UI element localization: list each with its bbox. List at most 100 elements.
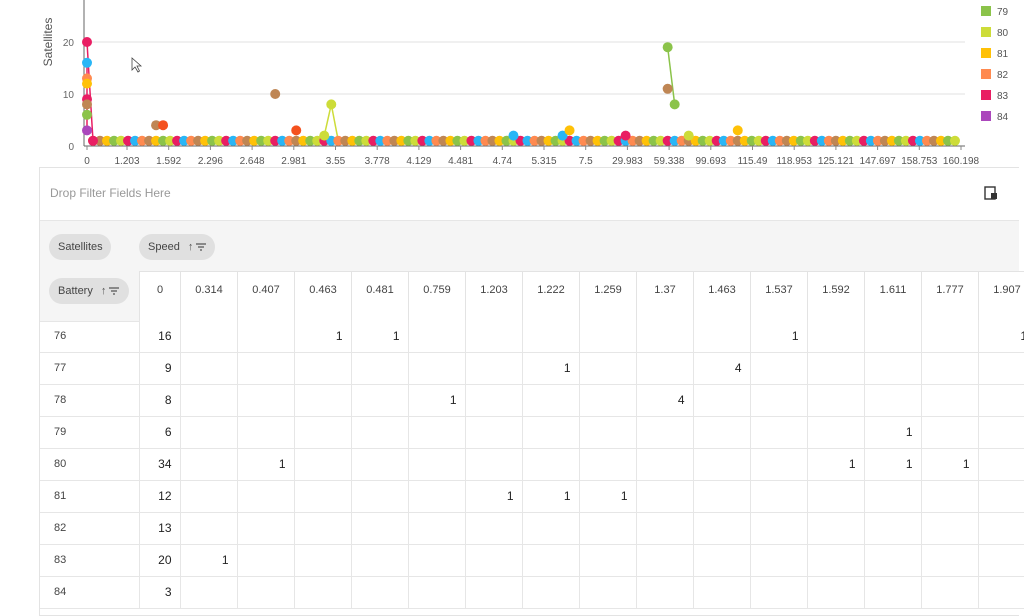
value-cell[interactable] bbox=[749, 480, 807, 513]
value-cell[interactable]: 1 bbox=[749, 320, 807, 353]
value-cell[interactable]: 1 bbox=[521, 352, 579, 385]
value-cell[interactable] bbox=[407, 448, 465, 481]
column-header[interactable]: 1.592 bbox=[807, 272, 864, 322]
value-cell[interactable] bbox=[635, 416, 693, 449]
value-cell[interactable] bbox=[863, 576, 921, 609]
value-cell[interactable] bbox=[293, 512, 351, 545]
sort-filter-icon[interactable]: ↑ bbox=[101, 285, 120, 297]
value-cell[interactable] bbox=[749, 448, 807, 481]
value-cell[interactable] bbox=[692, 384, 750, 417]
value-cell[interactable] bbox=[635, 544, 693, 577]
column-header[interactable]: 1.537 bbox=[750, 272, 807, 322]
value-cell[interactable] bbox=[578, 352, 636, 385]
value-cell[interactable] bbox=[521, 512, 579, 545]
value-cell[interactable] bbox=[179, 448, 237, 481]
value-cell[interactable] bbox=[521, 384, 579, 417]
value-cell[interactable] bbox=[977, 480, 1024, 513]
column-header[interactable]: 1.222 bbox=[522, 272, 579, 322]
row-field-pill[interactable]: Battery ↑ bbox=[49, 278, 129, 304]
value-cell[interactable] bbox=[578, 416, 636, 449]
value-cell[interactable] bbox=[464, 384, 522, 417]
field-list-icon[interactable] bbox=[984, 186, 998, 200]
value-cell[interactable] bbox=[692, 416, 750, 449]
value-cell[interactable] bbox=[407, 576, 465, 609]
value-cell[interactable]: 9 bbox=[138, 352, 180, 385]
value-cell[interactable] bbox=[977, 448, 1024, 481]
value-cell[interactable]: 1 bbox=[407, 384, 465, 417]
row-header[interactable]: 84 bbox=[40, 576, 139, 609]
row-header[interactable]: 81 bbox=[40, 480, 139, 513]
value-cell[interactable] bbox=[464, 320, 522, 353]
value-cell[interactable] bbox=[977, 512, 1024, 545]
value-cell[interactable] bbox=[635, 576, 693, 609]
value-cell[interactable] bbox=[350, 544, 408, 577]
value-cell[interactable] bbox=[236, 576, 294, 609]
value-cell[interactable] bbox=[350, 352, 408, 385]
value-cell[interactable] bbox=[692, 544, 750, 577]
value-cell[interactable] bbox=[350, 480, 408, 513]
value-cell[interactable] bbox=[293, 352, 351, 385]
column-header[interactable]: 1.907 bbox=[978, 272, 1024, 322]
value-cell[interactable]: 1 bbox=[350, 320, 408, 353]
value-cell[interactable] bbox=[692, 448, 750, 481]
value-cell[interactable] bbox=[806, 480, 864, 513]
value-cell[interactable]: 1 bbox=[863, 416, 921, 449]
column-header[interactable]: 1.259 bbox=[579, 272, 636, 322]
value-cell[interactable] bbox=[863, 512, 921, 545]
value-cell[interactable] bbox=[920, 576, 978, 609]
value-cell[interactable] bbox=[749, 416, 807, 449]
row-header[interactable]: 82 bbox=[40, 512, 139, 545]
value-cell[interactable] bbox=[863, 320, 921, 353]
value-cell[interactable] bbox=[179, 480, 237, 513]
value-cell[interactable] bbox=[977, 352, 1024, 385]
row-header[interactable]: 78 bbox=[40, 384, 139, 417]
value-cell[interactable] bbox=[521, 544, 579, 577]
value-cell[interactable] bbox=[293, 544, 351, 577]
value-cell[interactable] bbox=[920, 480, 978, 513]
row-header[interactable]: 83 bbox=[40, 544, 139, 577]
value-cell[interactable] bbox=[692, 576, 750, 609]
value-cell[interactable] bbox=[806, 384, 864, 417]
value-cell[interactable] bbox=[407, 416, 465, 449]
value-cell[interactable] bbox=[464, 448, 522, 481]
value-cell[interactable]: 1 bbox=[179, 544, 237, 577]
value-cell[interactable]: 8 bbox=[138, 384, 180, 417]
value-cell[interactable]: 1 bbox=[293, 320, 351, 353]
value-cell[interactable] bbox=[236, 352, 294, 385]
value-cell[interactable] bbox=[692, 512, 750, 545]
value-cell[interactable]: 16 bbox=[138, 320, 180, 353]
value-cell[interactable] bbox=[293, 416, 351, 449]
column-header[interactable]: 1.611 bbox=[864, 272, 921, 322]
value-cell[interactable] bbox=[293, 480, 351, 513]
sort-filter-icon[interactable]: ↑ bbox=[188, 241, 207, 253]
value-cell[interactable] bbox=[635, 448, 693, 481]
column-header[interactable]: 1.777 bbox=[921, 272, 978, 322]
value-cell[interactable]: 34 bbox=[138, 448, 180, 481]
value-cell[interactable]: 1 bbox=[977, 320, 1024, 353]
value-cell[interactable] bbox=[806, 416, 864, 449]
value-cell[interactable]: 1 bbox=[920, 448, 978, 481]
value-cell[interactable] bbox=[749, 512, 807, 545]
value-cell[interactable] bbox=[920, 416, 978, 449]
column-header[interactable]: 1.203 bbox=[465, 272, 522, 322]
value-cell[interactable] bbox=[578, 512, 636, 545]
value-cell[interactable]: 1 bbox=[863, 448, 921, 481]
value-cell[interactable] bbox=[635, 480, 693, 513]
value-cell[interactable] bbox=[749, 576, 807, 609]
value-cell[interactable] bbox=[863, 544, 921, 577]
value-cell[interactable] bbox=[179, 512, 237, 545]
value-cell[interactable] bbox=[179, 416, 237, 449]
column-header[interactable]: 1.463 bbox=[693, 272, 750, 322]
value-cell[interactable]: 1 bbox=[464, 480, 522, 513]
value-cell[interactable] bbox=[578, 320, 636, 353]
value-cell[interactable] bbox=[236, 384, 294, 417]
filter-drop-area[interactable]: Drop Filter Fields Here bbox=[40, 168, 1019, 221]
value-cell[interactable]: 1 bbox=[521, 480, 579, 513]
value-cell[interactable] bbox=[806, 512, 864, 545]
value-cell[interactable] bbox=[920, 544, 978, 577]
value-cell[interactable]: 4 bbox=[692, 352, 750, 385]
column-header[interactable]: 0.481 bbox=[351, 272, 408, 322]
value-cell[interactable] bbox=[920, 320, 978, 353]
value-cell[interactable] bbox=[407, 480, 465, 513]
column-field-pill[interactable]: Satellites bbox=[49, 234, 111, 260]
